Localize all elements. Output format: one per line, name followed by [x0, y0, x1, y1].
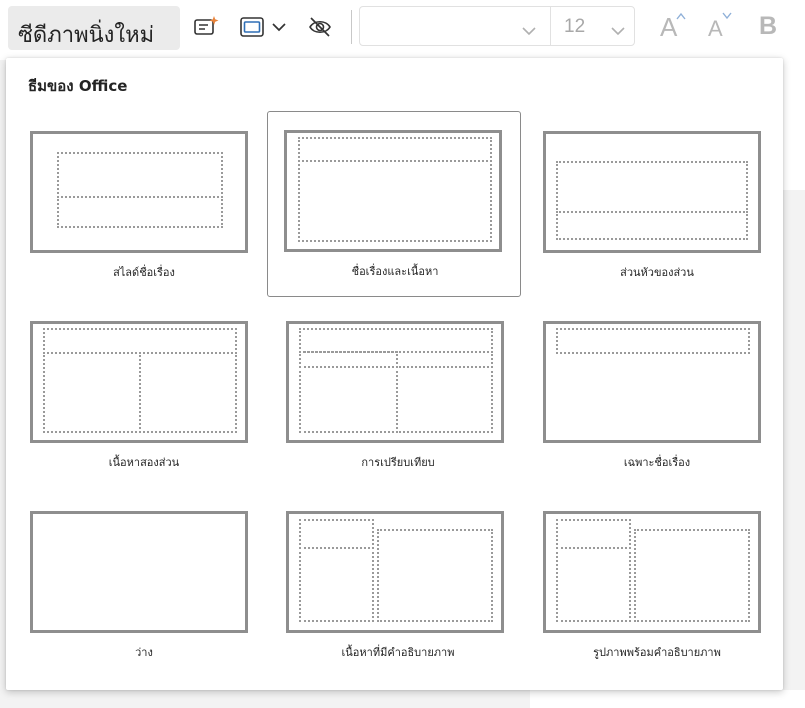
placeholder-content-left	[299, 366, 398, 433]
layout-thumbnail	[30, 511, 248, 633]
layout-section-header[interactable]: ส่วนหัวของส่วน	[529, 112, 783, 298]
placeholder-title	[299, 328, 493, 353]
placeholder-text	[556, 211, 748, 240]
popup-title: ธีมของ Office	[28, 77, 128, 95]
layout-label: ส่วนหัวของส่วน	[620, 266, 694, 279]
layout-label: สไลด์ชื่อเรื่อง	[113, 266, 175, 279]
layout-gallery-popup: ธีมของ Office สไลด์ชื่อเรื่อง ชื่อเรื่อง…	[6, 58, 783, 690]
ribbon-toolbar: ซีดีภาพนิ่งใหม่ 12 A A B	[0, 0, 805, 60]
layout-thumbnail	[543, 131, 761, 253]
background-pane-top-right	[783, 60, 805, 190]
placeholder-title	[556, 161, 748, 213]
font-size-value: 12	[564, 16, 586, 37]
placeholder-title	[299, 519, 374, 549]
placeholder-content	[298, 160, 492, 242]
placeholder-subtitle	[57, 196, 223, 228]
chevron-down-icon	[611, 21, 625, 36]
new-slide-button[interactable]: ซีดีภาพนิ่งใหม่	[8, 6, 180, 50]
layout-thumbnail	[30, 321, 248, 443]
layout-label: เนื้อหาสองส่วน	[108, 456, 180, 469]
layout-thumbnail	[543, 511, 761, 633]
font-size-select[interactable]: 12	[551, 7, 635, 45]
layout-thumbnail	[543, 321, 761, 443]
layout-thumbnail	[30, 131, 248, 253]
layout-picture-with-caption[interactable]: รูปภาพพร้อมคำอธิบายภาพ	[529, 492, 783, 678]
layout-blank[interactable]: ว่าง	[16, 492, 270, 678]
increase-font-label: A	[660, 12, 678, 42]
layout-label: รูปภาพพร้อมคำอธิบายภาพ	[593, 646, 721, 659]
chevron-down-icon[interactable]	[270, 14, 288, 40]
layout-title-slide[interactable]: สไลด์ชื่อเรื่อง	[16, 112, 270, 298]
caret-down-icon	[722, 12, 732, 20]
decrease-font-label: A	[708, 16, 723, 41]
layout-icon[interactable]	[239, 14, 265, 40]
placeholder-content-right	[396, 366, 493, 433]
increase-font-button[interactable]: A	[660, 12, 686, 43]
layout-label: ชื่อเรื่องและเนื้อหา	[351, 265, 439, 278]
placeholder-content-left	[43, 352, 141, 433]
bold-label: B	[759, 12, 778, 40]
placeholder-title	[57, 152, 223, 198]
designer-icon[interactable]	[193, 14, 219, 40]
layout-label: ว่าง	[135, 646, 153, 659]
toolbar-separator	[351, 10, 352, 44]
background-pane-bottom-right	[530, 690, 805, 708]
placeholder-text	[556, 547, 631, 622]
font-family-select[interactable]	[360, 7, 550, 45]
layout-label: การเปรียบเทียบ	[361, 456, 435, 469]
bold-button[interactable]: B	[759, 12, 777, 41]
placeholder-title	[556, 328, 750, 354]
layout-comparison[interactable]: การเปรียบเทียบ	[270, 302, 524, 488]
placeholder-content	[377, 529, 493, 622]
placeholder-text	[299, 547, 374, 622]
caret-up-icon	[676, 12, 686, 20]
layout-thumbnail	[286, 321, 504, 443]
placeholder-title	[298, 137, 492, 162]
layout-thumbnail	[286, 511, 504, 633]
layout-thumbnail	[284, 130, 502, 252]
layout-label: เนื้อหาที่มีคำอธิบายภาพ	[341, 646, 455, 659]
placeholder-title	[43, 328, 237, 354]
placeholder-content-right	[139, 352, 237, 433]
layout-title-and-content[interactable]: ชื่อเรื่องและเนื้อหา	[267, 111, 521, 297]
chevron-down-icon	[522, 21, 536, 36]
font-controls: 12	[359, 6, 635, 46]
hide-slide-icon[interactable]	[307, 14, 333, 40]
decrease-font-button[interactable]: A	[708, 12, 732, 42]
placeholder-picture	[634, 529, 750, 622]
layout-two-content[interactable]: เนื้อหาสองส่วน	[16, 302, 270, 488]
layout-title-only[interactable]: เฉพาะชื่อเรื่อง	[529, 302, 783, 488]
layout-label: เฉพาะชื่อเรื่อง	[623, 456, 691, 469]
placeholder-title	[556, 519, 631, 549]
layout-content-with-caption[interactable]: เนื้อหาที่มีคำอธิบายภาพ	[270, 492, 524, 678]
new-slide-label: ซีดีภาพนิ่งใหม่	[18, 23, 155, 48]
